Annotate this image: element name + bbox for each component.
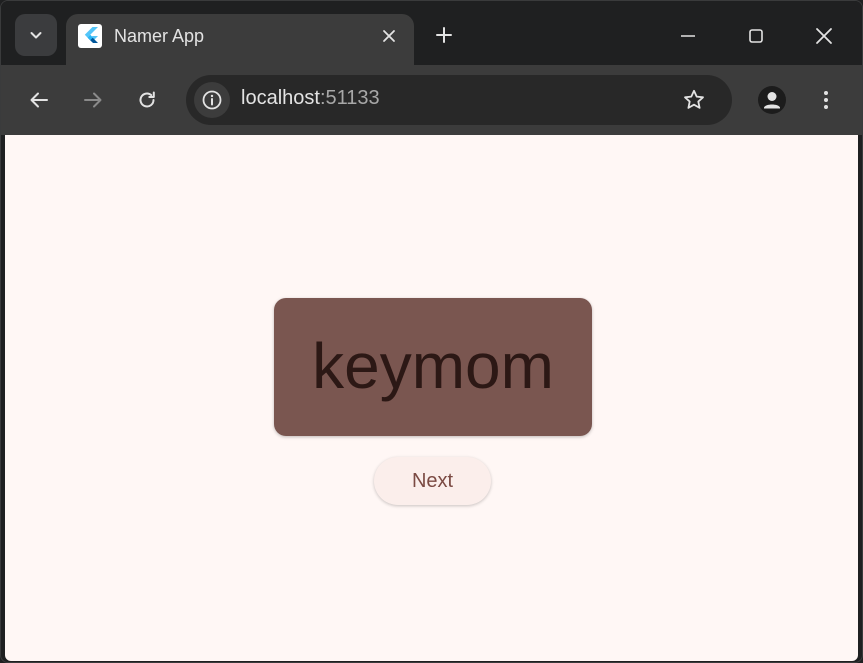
forward-button[interactable] [75, 82, 111, 118]
word-pair-card: keymom [274, 298, 592, 436]
tab-namer-app[interactable]: Namer App [66, 14, 414, 65]
browser-window: Namer App localhost:51133 keymom Next [0, 0, 863, 663]
chevron-down-icon [30, 32, 42, 39]
url-host: localhost [241, 87, 320, 109]
reload-icon [139, 91, 155, 108]
arrow-left-icon [30, 92, 48, 108]
tab-search-button[interactable] [15, 14, 57, 56]
new-tab-button[interactable] [429, 20, 459, 50]
arrow-right-icon [84, 92, 102, 108]
browser-toolbar: localhost:51133 [1, 65, 862, 135]
tab-title: Namer App [114, 26, 205, 46]
minimize-button[interactable] [671, 19, 705, 53]
tab-strip: Namer App [1, 1, 862, 65]
kebab-menu-icon [824, 91, 828, 109]
close-window-button[interactable] [807, 19, 841, 53]
tab-close-button[interactable] [376, 23, 402, 49]
bookmark-button[interactable] [680, 86, 708, 114]
page-content: keymom Next [5, 135, 858, 661]
url-port: :51133 [319, 87, 380, 109]
minimize-icon [681, 35, 695, 37]
maximize-button[interactable] [739, 19, 773, 53]
word-pair-text: keymom [312, 330, 554, 402]
site-info-button[interactable] [194, 82, 230, 118]
profile-button[interactable] [754, 82, 790, 118]
reload-button[interactable] [129, 82, 165, 118]
maximize-icon [749, 29, 763, 43]
browser-menu-button[interactable] [808, 82, 844, 118]
person-icon [758, 86, 786, 114]
back-button[interactable] [21, 82, 57, 118]
close-icon [816, 28, 832, 44]
flutter-logo-icon [78, 24, 102, 48]
plus-icon [436, 27, 452, 43]
next-button[interactable]: Next [374, 457, 491, 505]
url-text[interactable]: localhost:51133 [241, 87, 380, 110]
info-icon [202, 90, 222, 110]
star-icon [684, 89, 704, 109]
close-icon [383, 30, 395, 42]
address-bar[interactable]: localhost:51133 [186, 75, 732, 125]
